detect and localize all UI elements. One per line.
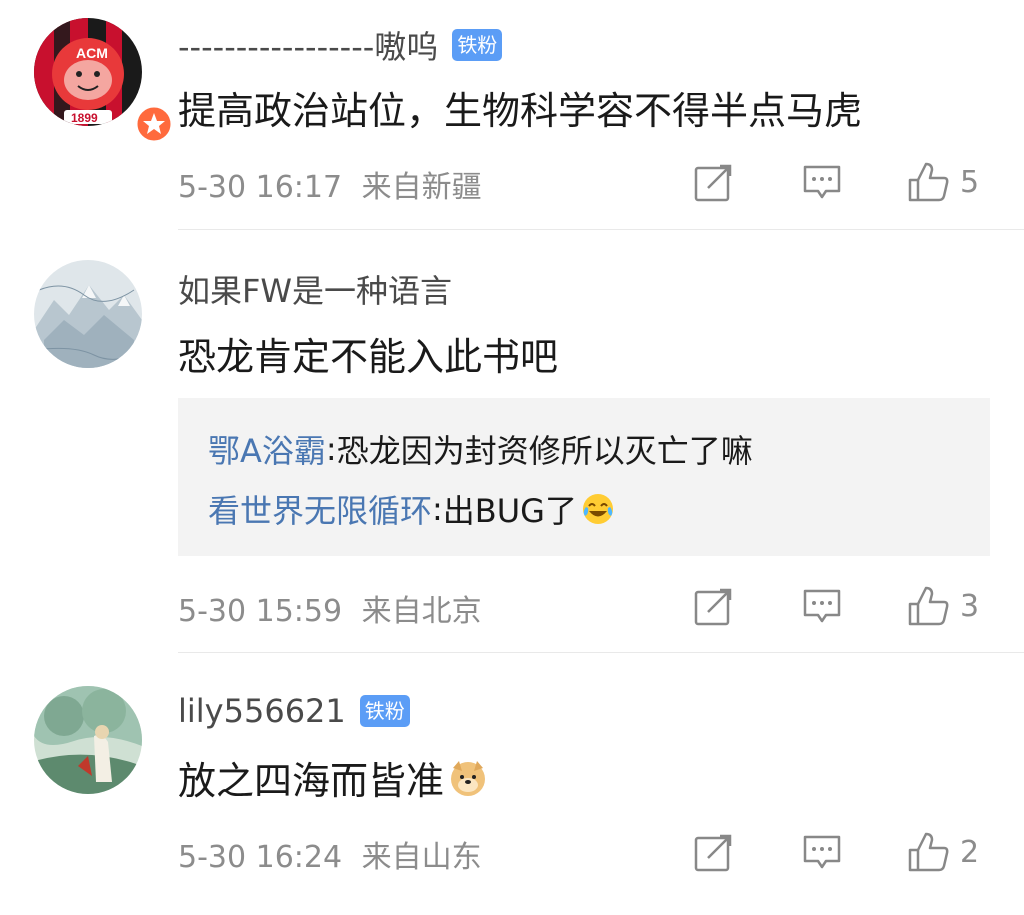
comment-actions: 2: [690, 828, 990, 876]
share-button[interactable]: [694, 582, 734, 630]
comment-item: 如果FW是一种语言 恐龙肯定不能入此书吧 鄂A浴霸 : 恐龙因为封资修所以灭亡了…: [0, 230, 1024, 654]
thumbs-up-icon: [908, 832, 949, 872]
username[interactable]: -----------------嗷呜 铁粉: [178, 22, 503, 68]
svg-text:ACM: ACM: [76, 45, 108, 61]
like-button[interactable]: 5: [906, 158, 979, 206]
doge-emoji: [451, 760, 486, 796]
comment-text: 恐龙肯定不能入此书吧: [178, 335, 559, 379]
ac-milan-logo-avatar: ACM 1899: [34, 18, 142, 126]
reply-button[interactable]: [802, 582, 842, 630]
svg-text:1899: 1899: [71, 111, 98, 125]
painting-avatar: [34, 686, 142, 794]
thumbs-up-icon: [908, 162, 949, 202]
comment-actions: 3: [690, 582, 990, 630]
comment-meta: 5-30 16:24 来自山东: [178, 832, 482, 876]
divider: [178, 652, 1024, 653]
comment-text: 提高政治站位，生物科学容不得半点马虎: [178, 89, 863, 133]
username[interactable]: lily556621 铁粉: [178, 692, 410, 730]
timestamp: 5-30 16:24: [178, 840, 343, 875]
reply-separator: :: [432, 490, 443, 528]
reply-preview-box[interactable]: 鄂A浴霸 : 恐龙因为封资修所以灭亡了嘛 看世界无限循环 : 出BUG了: [178, 398, 990, 556]
comment-item: ACM 1899 -----------------嗷呜 铁粉 提高政治站位，生…: [0, 0, 1024, 230]
location: 来自北京: [361, 594, 482, 629]
reply-button[interactable]: [802, 828, 842, 876]
reply-separator: :: [325, 430, 337, 468]
username-text[interactable]: -----------------嗷呜: [178, 22, 438, 68]
timestamp: 5-30 15:59: [178, 594, 343, 629]
username-text[interactable]: 如果FW是一种语言: [178, 266, 452, 312]
username[interactable]: 如果FW是一种语言: [178, 266, 452, 312]
like-button[interactable]: 2: [906, 828, 979, 876]
username-text[interactable]: lily556621: [178, 692, 346, 730]
thumbs-up-icon: [908, 586, 949, 626]
share-button[interactable]: [694, 158, 734, 206]
avatar[interactable]: [34, 260, 142, 368]
comment-text: 放之四海而皆准: [178, 750, 488, 805]
comment-icon: [803, 835, 841, 869]
avatar[interactable]: ACM 1899: [34, 18, 174, 144]
fan-badge: 铁粉: [452, 29, 503, 61]
comment-icon: [803, 165, 841, 199]
reply-author[interactable]: 鄂A浴霸: [208, 426, 326, 472]
comment-meta: 5-30 15:59 来自北京: [178, 586, 482, 630]
comment-meta: 5-30 16:17 来自新疆: [178, 162, 482, 206]
reply-item[interactable]: 鄂A浴霸 : 恐龙因为封资修所以灭亡了嘛: [208, 426, 753, 472]
reply-text: 出BUG了: [442, 492, 577, 530]
like-count: 3: [960, 588, 980, 624]
comment-actions: 5: [690, 158, 990, 206]
comment-item: lily556621 铁粉 放之四海而皆准 5-30 16:24 来自山东 2: [0, 654, 1024, 915]
comment-text-content: 放之四海而皆准: [178, 759, 445, 803]
share-icon: [694, 164, 732, 202]
location: 来自新疆: [361, 170, 482, 205]
like-button[interactable]: 3: [906, 582, 979, 630]
share-button[interactable]: [694, 828, 734, 876]
share-icon: [694, 588, 732, 626]
laugh-cry-emoji: [582, 494, 613, 524]
verified-star-icon: [134, 104, 174, 144]
fan-badge: 铁粉: [359, 695, 410, 727]
timestamp: 5-30 16:17: [178, 170, 343, 205]
location: 来自山东: [361, 840, 482, 875]
like-count: 5: [960, 164, 980, 200]
mountain-map-avatar: [34, 260, 142, 368]
share-icon: [694, 834, 732, 872]
avatar[interactable]: [34, 686, 142, 794]
reply-author[interactable]: 看世界无限循环: [208, 486, 432, 532]
comment-icon: [803, 589, 841, 623]
like-count: 2: [960, 834, 980, 870]
reply-item[interactable]: 看世界无限循环 : 出BUG了: [208, 486, 615, 532]
reply-button[interactable]: [802, 158, 842, 206]
reply-text: 恐龙因为封资修所以灭亡了嘛: [336, 432, 753, 470]
